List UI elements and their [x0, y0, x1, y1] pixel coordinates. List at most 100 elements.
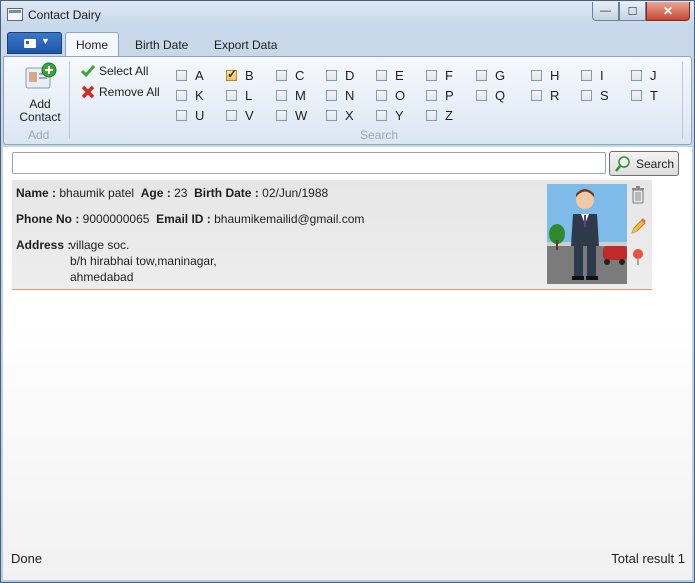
checkbox[interactable] — [376, 89, 387, 101]
checkbox[interactable] — [426, 69, 437, 81]
select-all-button[interactable]: Select All — [80, 62, 148, 80]
letter-label: O — [395, 87, 406, 103]
window-title: Contact Dairy — [28, 8, 101, 22]
letter-filter-f[interactable]: F — [426, 66, 466, 84]
checkbox[interactable] — [276, 89, 287, 101]
letter-filter-t[interactable]: T — [631, 86, 671, 104]
contact-birth-date: 02/Jun/1988 — [262, 186, 329, 200]
letter-label: D — [345, 67, 355, 83]
checkbox[interactable] — [631, 89, 642, 101]
letter-label: S — [600, 87, 609, 103]
search-button[interactable]: Search — [609, 151, 679, 176]
letter-filter-i[interactable]: I — [581, 66, 621, 84]
contact-card[interactable]: Name : bhaumik patel Age : 23 Birth Date… — [12, 180, 652, 290]
checkbox[interactable] — [226, 89, 237, 101]
search-group-label: Search — [360, 128, 399, 142]
maximize-button[interactable]: ☐ — [619, 2, 646, 21]
letter-filter-m[interactable]: M — [276, 86, 316, 104]
checkbox[interactable] — [631, 69, 642, 81]
letter-filter-h[interactable]: H — [531, 66, 571, 84]
address-label: Address : — [16, 238, 72, 252]
letter-filter-z[interactable]: Z — [426, 106, 466, 124]
letter-filter-p[interactable]: P — [426, 86, 466, 104]
letter-filter-b[interactable]: B — [226, 66, 266, 84]
contact-name: bhaumik patel — [59, 186, 135, 200]
letter-label: J — [650, 67, 657, 83]
main-window: Contact Dairy — ☐ ✕ ▼ Home Birth Date Ex… — [0, 0, 695, 583]
contact-email: bhaumikemailid@gmail.com — [214, 212, 365, 226]
letter-filter-n[interactable]: N — [326, 86, 366, 104]
contact-address: village soc. b/h hirabhai tow,maninagar,… — [70, 238, 217, 284]
checkbox[interactable] — [376, 69, 387, 81]
checkbox[interactable] — [376, 109, 387, 121]
letter-filter-w[interactable]: W — [276, 106, 316, 124]
search-input[interactable] — [12, 152, 606, 174]
letter-label: G — [495, 67, 506, 83]
phone-label: Phone No : — [16, 212, 80, 226]
letter-filter-u[interactable]: U — [176, 106, 216, 124]
checkbox[interactable] — [326, 109, 337, 121]
letter-label: Y — [395, 107, 404, 123]
letter-filter-d[interactable]: D — [326, 66, 366, 84]
add-contact-icon — [25, 62, 57, 89]
letter-filter-g[interactable]: G — [476, 66, 516, 84]
letter-filter-r[interactable]: R — [531, 86, 571, 104]
remove-all-button[interactable]: Remove All — [80, 83, 160, 101]
magnifier-icon — [615, 155, 630, 172]
email-label: Email ID : — [156, 212, 211, 226]
tab-birth-date[interactable]: Birth Date — [125, 34, 198, 56]
letter-label: K — [195, 87, 204, 103]
checkbox[interactable] — [276, 69, 287, 81]
letter-label: F — [445, 67, 453, 83]
map-pin-icon[interactable] — [630, 248, 646, 266]
checkbox[interactable] — [176, 109, 187, 121]
checkbox[interactable] — [276, 109, 287, 121]
checkbox[interactable] — [581, 89, 592, 101]
checkbox[interactable] — [476, 69, 487, 81]
contact-line-1: Name : bhaumik patel Age : 23 Birth Date… — [16, 186, 328, 200]
content-area: Search Name : bhaumik patel Age : 23 Bir… — [3, 147, 692, 580]
close-button[interactable]: ✕ — [646, 2, 690, 21]
checkbox[interactable] — [426, 109, 437, 121]
checkbox[interactable] — [176, 89, 187, 101]
red-x-icon — [81, 85, 95, 99]
birth-date-label: Birth Date : — [194, 186, 259, 200]
letter-label: W — [295, 107, 308, 123]
checkbox[interactable] — [326, 69, 337, 81]
group-separator — [682, 61, 683, 139]
letter-filter-x[interactable]: X — [326, 106, 366, 124]
checkbox[interactable] — [226, 67, 237, 81]
letter-filter-c[interactable]: C — [276, 66, 316, 84]
status-text: Done — [11, 551, 43, 566]
letter-filter-l[interactable]: L — [226, 86, 266, 104]
checkbox[interactable] — [531, 89, 542, 101]
minimize-button[interactable]: — — [592, 2, 619, 21]
checkbox[interactable] — [226, 109, 237, 121]
ribbon-tab-strip: ▼ Home Birth Date Export Data — [3, 31, 692, 57]
checkbox[interactable] — [426, 89, 437, 101]
letter-label: R — [550, 87, 560, 103]
contact-age: 23 — [174, 186, 188, 200]
application-menu-button[interactable]: ▼ — [7, 32, 62, 54]
checkbox[interactable] — [326, 89, 337, 101]
checkbox[interactable] — [476, 89, 487, 101]
letter-filter-v[interactable]: V — [226, 106, 266, 124]
checkbox[interactable] — [531, 69, 542, 81]
letter-filter-s[interactable]: S — [581, 86, 621, 104]
letter-filter-o[interactable]: O — [376, 86, 416, 104]
letter-filter-e[interactable]: E — [376, 66, 416, 84]
title-bar[interactable]: Contact Dairy — ☐ ✕ — [1, 1, 694, 29]
delete-trash-icon[interactable] — [630, 186, 646, 204]
letter-label: T — [650, 87, 658, 103]
edit-pencil-icon[interactable] — [630, 218, 646, 236]
checkbox[interactable] — [581, 69, 592, 81]
letter-filter-q[interactable]: Q — [476, 86, 516, 104]
letter-filter-y[interactable]: Y — [376, 106, 416, 124]
tab-home[interactable]: Home — [65, 32, 120, 57]
tab-export-data[interactable]: Export Data — [204, 34, 287, 56]
letter-label: I — [600, 67, 604, 83]
letter-filter-k[interactable]: K — [176, 86, 216, 104]
checkbox[interactable] — [176, 69, 187, 81]
letter-filter-j[interactable]: J — [631, 66, 671, 84]
letter-filter-a[interactable]: A — [176, 66, 216, 84]
